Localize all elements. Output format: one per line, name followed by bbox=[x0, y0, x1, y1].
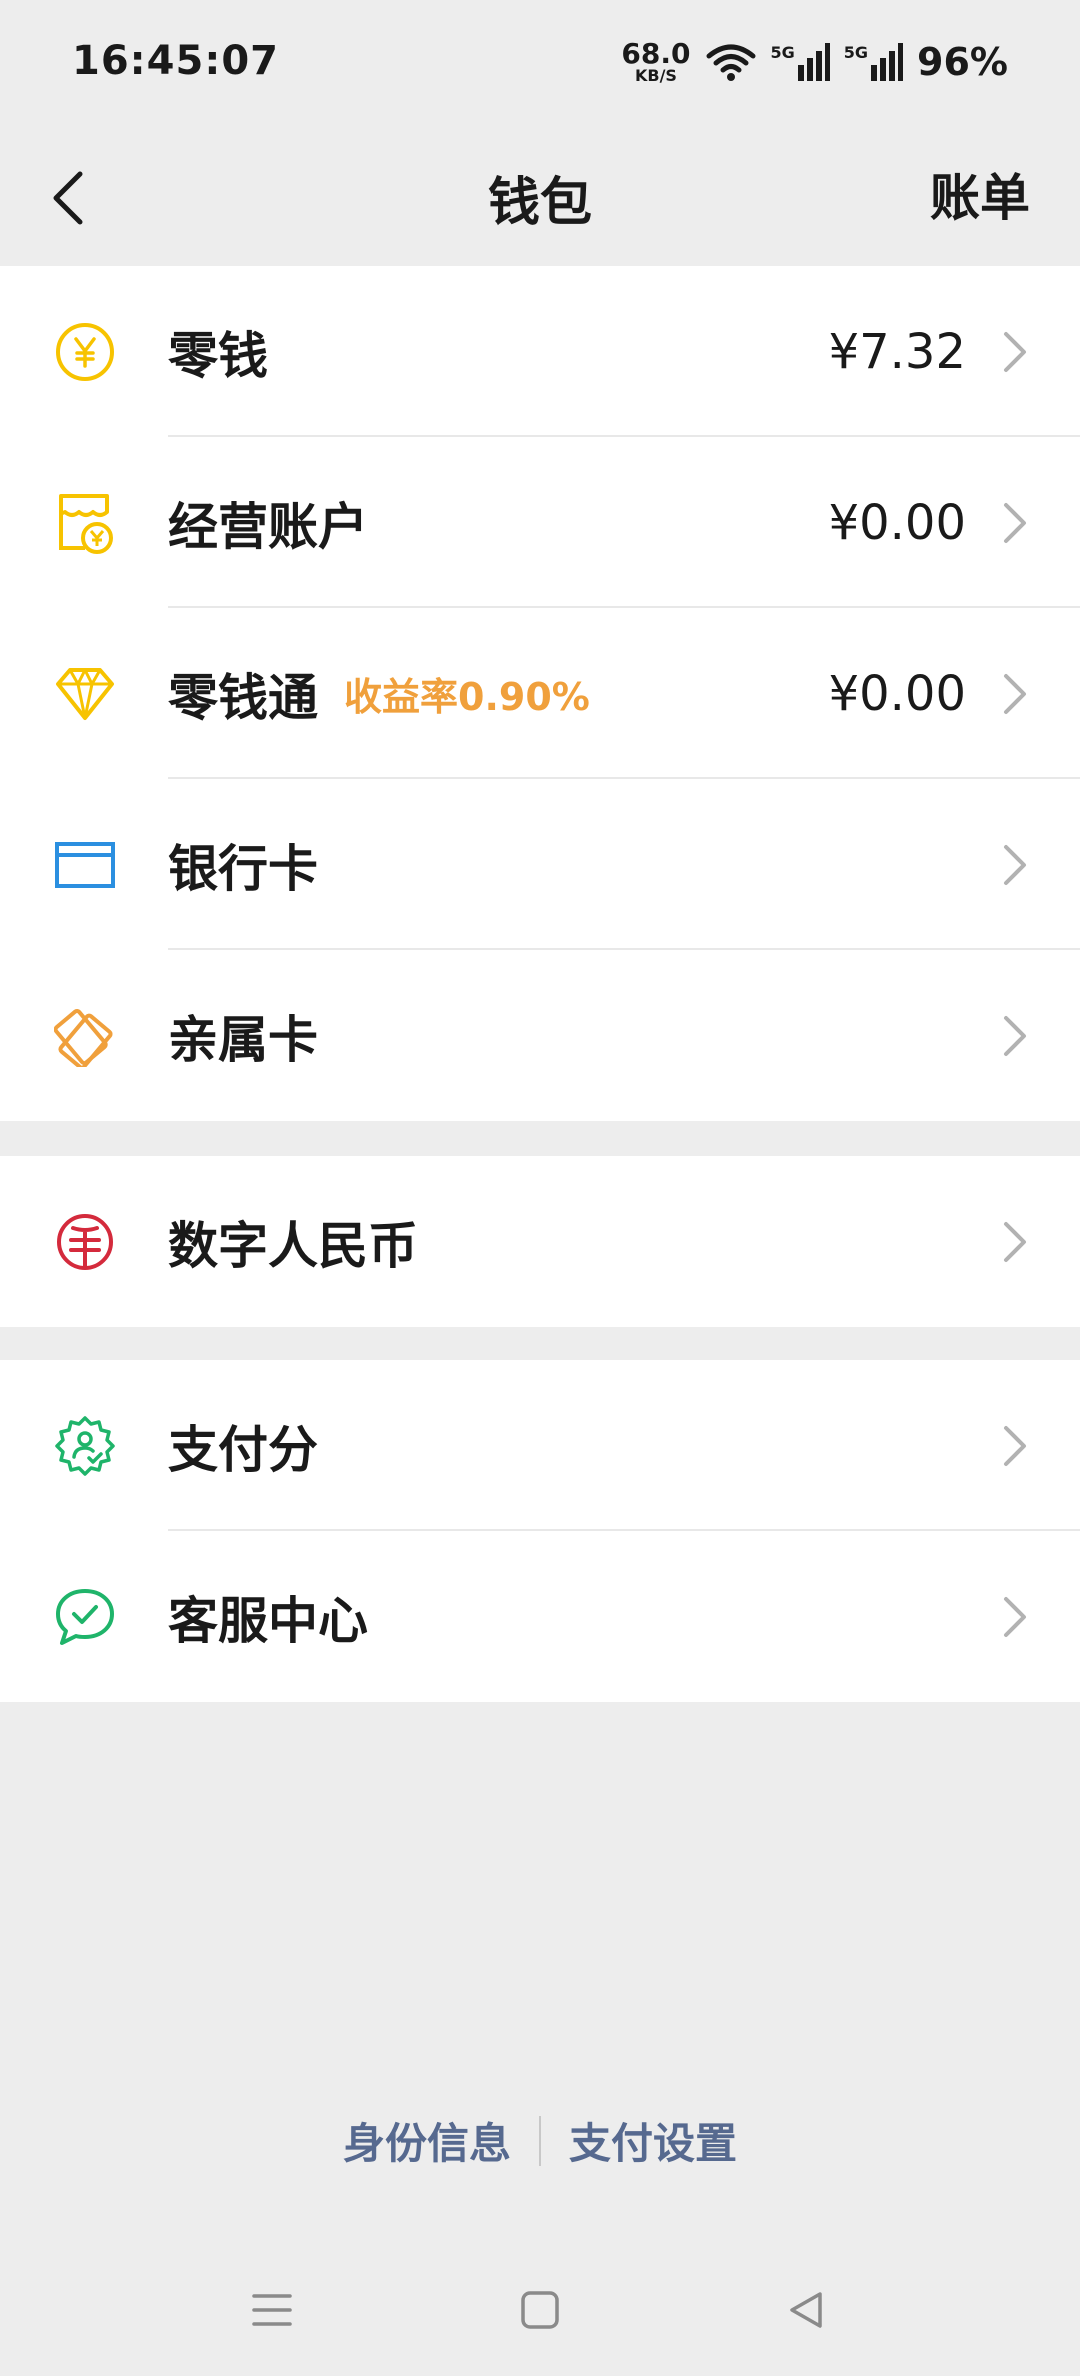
signal-bars-icon bbox=[871, 43, 904, 81]
row-label-text: 经营账户 bbox=[168, 497, 368, 556]
battery-level: 96% bbox=[917, 40, 1008, 84]
wallet-group-main: 零钱 ¥7.32 经营账户 ¥0.00 零钱通 收益率0.90% ¥0.00 银… bbox=[0, 266, 1080, 1121]
row-pay-score[interactable]: 支付分 bbox=[0, 1360, 1080, 1531]
back-triangle-icon bbox=[790, 2292, 822, 2328]
chevron-right-icon bbox=[1004, 502, 1026, 543]
signal-bars-icon bbox=[797, 43, 830, 81]
row-change-plus-label: 零钱通 收益率0.90% bbox=[168, 658, 590, 730]
payment-settings-link[interactable]: 支付设置 bbox=[541, 2110, 765, 2171]
row-bank-card[interactable]: 银行卡 bbox=[0, 779, 1080, 950]
customer-service-icon bbox=[50, 1582, 120, 1652]
row-label-text: 支付分 bbox=[168, 1420, 318, 1479]
home-square-icon bbox=[521, 2291, 559, 2329]
nav-bar: 钱包 账单 bbox=[0, 130, 1080, 266]
chevron-right-icon bbox=[1004, 1221, 1026, 1262]
diamond-icon bbox=[50, 659, 120, 729]
system-back-button[interactable] bbox=[766, 2270, 846, 2350]
footer-links: 身份信息 支付设置 bbox=[0, 2110, 1080, 2171]
signal-1: 5G bbox=[771, 43, 830, 81]
row-business-amount: ¥0.00 bbox=[828, 494, 966, 551]
row-business-account[interactable]: 经营账户 ¥0.00 bbox=[0, 437, 1080, 608]
row-label-text: 客服中心 bbox=[168, 1591, 368, 1650]
row-customer-service-label: 客服中心 bbox=[168, 1581, 368, 1653]
signal-1-label: 5G bbox=[770, 43, 795, 62]
yuan-coin-icon bbox=[50, 317, 120, 387]
row-label-text: 银行卡 bbox=[168, 839, 318, 898]
identity-info-link[interactable]: 身份信息 bbox=[315, 2110, 539, 2171]
row-change-label: 零钱 bbox=[168, 316, 268, 388]
bank-card-icon bbox=[50, 830, 120, 900]
family-card-icon bbox=[50, 1001, 120, 1071]
chevron-right-icon bbox=[1004, 673, 1026, 714]
row-change-plus[interactable]: 零钱通 收益率0.90% ¥0.00 bbox=[0, 608, 1080, 779]
chevron-right-icon bbox=[1004, 1425, 1026, 1466]
wallet-group-services: 支付分 客服中心 bbox=[0, 1360, 1080, 1702]
net-speed-value: 68.0 bbox=[621, 37, 691, 70]
row-label-text: 零钱通 bbox=[168, 668, 318, 727]
menu-icon bbox=[252, 2294, 292, 2326]
page-title: 钱包 bbox=[487, 173, 592, 233]
row-family-card-label: 亲属卡 bbox=[168, 1000, 318, 1072]
status-bar: 16:45:07 68.0 KB/S 5G 5G 96% bbox=[0, 0, 1080, 130]
wifi-icon bbox=[706, 44, 755, 81]
row-label-text: 亲属卡 bbox=[168, 1010, 318, 1069]
row-change[interactable]: 零钱 ¥7.32 bbox=[0, 266, 1080, 437]
net-speed: 68.0 KB/S bbox=[621, 40, 690, 84]
chevron-right-icon bbox=[1004, 331, 1026, 372]
signal-2-label: 5G bbox=[843, 43, 869, 62]
net-speed-unit: KB/S bbox=[634, 66, 677, 85]
shop-account-icon bbox=[50, 488, 120, 558]
home-button[interactable] bbox=[500, 2270, 580, 2350]
chevron-right-icon bbox=[1004, 1596, 1026, 1637]
signal-2: 5G bbox=[843, 43, 904, 81]
row-bank-card-label: 银行卡 bbox=[168, 829, 318, 901]
menu-button[interactable] bbox=[232, 2270, 312, 2350]
row-pay-score-label: 支付分 bbox=[168, 1410, 318, 1482]
bill-button[interactable]: 账单 bbox=[930, 158, 1030, 230]
row-change-plus-amount: ¥0.00 bbox=[828, 665, 966, 722]
chevron-right-icon bbox=[1004, 844, 1026, 885]
row-family-card[interactable]: 亲属卡 bbox=[0, 950, 1080, 1121]
yield-badge: 收益率0.90% bbox=[344, 675, 590, 719]
row-business-label: 经营账户 bbox=[168, 487, 368, 559]
row-label-text: 数字人民币 bbox=[168, 1216, 418, 1275]
row-digital-rmb-label: 数字人民币 bbox=[168, 1206, 418, 1278]
system-nav-bar bbox=[0, 2270, 1080, 2350]
pay-score-icon bbox=[50, 1411, 120, 1481]
row-digital-rmb[interactable]: 数字人民币 bbox=[0, 1156, 1080, 1327]
status-icons: 68.0 KB/S 5G 5G 96% bbox=[621, 40, 1008, 85]
row-customer-service[interactable]: 客服中心 bbox=[0, 1531, 1080, 1702]
digital-rmb-icon bbox=[50, 1207, 120, 1277]
wallet-group-digital: 数字人民币 bbox=[0, 1156, 1080, 1327]
status-time: 16:45:07 bbox=[72, 38, 279, 84]
chevron-right-icon bbox=[1004, 1015, 1026, 1056]
row-change-amount: ¥7.32 bbox=[828, 323, 966, 380]
row-label-text: 零钱 bbox=[168, 326, 268, 385]
